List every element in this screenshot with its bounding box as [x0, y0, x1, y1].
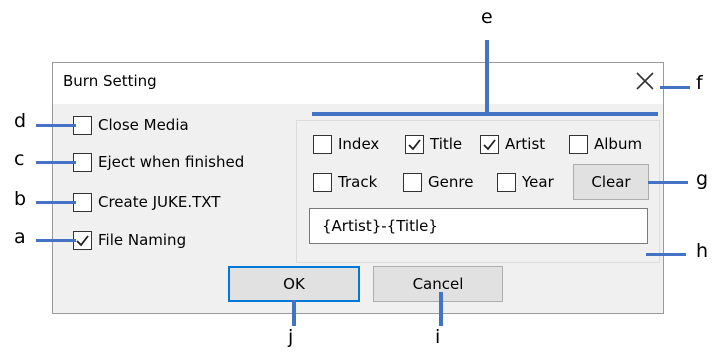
callout-j: j [288, 326, 294, 348]
track-label: Track [338, 173, 378, 191]
genre-label: Genre [428, 173, 474, 191]
eject-when-finished-label: Eject when finished [98, 153, 245, 171]
dialog-title: Burn Setting [63, 72, 157, 90]
callout-line-h [646, 253, 686, 256]
cancel-button[interactable]: Cancel [373, 266, 503, 302]
album-label: Album [594, 135, 643, 153]
close-media-label: Close Media [98, 116, 189, 134]
callout-bracket-e [312, 112, 658, 116]
create-juke-txt-label: Create JUKE.TXT [98, 193, 221, 211]
checkmark-icon [76, 235, 89, 247]
genre-checkbox[interactable] [403, 173, 422, 192]
callout-c: c [14, 148, 25, 170]
callout-e: e [481, 6, 493, 28]
callout-a: a [14, 226, 26, 248]
callout-line-j [292, 300, 296, 326]
callout-i: i [435, 326, 441, 348]
callout-b: b [14, 188, 27, 210]
close-icon[interactable] [634, 70, 656, 92]
callout-line-f [660, 86, 690, 89]
callout-g: g [696, 168, 709, 190]
checkmark-icon [483, 139, 496, 151]
title-label: Title [430, 135, 463, 153]
callout-line-c [36, 161, 76, 164]
index-checkbox[interactable] [313, 135, 332, 154]
callout-h: h [696, 240, 709, 262]
year-checkbox[interactable] [497, 173, 516, 192]
artist-label: Artist [505, 135, 546, 153]
year-label: Year [522, 173, 554, 191]
file-naming-label: File Naming [98, 231, 187, 249]
checkmark-icon [408, 139, 421, 151]
callout-line-g [648, 181, 688, 184]
title-checkbox[interactable] [405, 135, 424, 154]
clear-button[interactable]: Clear [573, 164, 649, 200]
callout-line-i [439, 292, 443, 326]
callout-d: d [14, 110, 27, 132]
file-naming-input[interactable]: {Artist}-{Title} [309, 208, 648, 244]
callout-line-b [36, 201, 76, 204]
callout-f: f [696, 72, 703, 94]
track-checkbox[interactable] [313, 173, 332, 192]
callout-line-d [36, 124, 76, 127]
ok-button[interactable]: OK [228, 266, 360, 302]
callout-line-e [485, 40, 489, 115]
callout-line-a [36, 239, 76, 242]
artist-checkbox[interactable] [480, 135, 499, 154]
album-checkbox[interactable] [569, 135, 588, 154]
index-label: Index [338, 135, 380, 153]
